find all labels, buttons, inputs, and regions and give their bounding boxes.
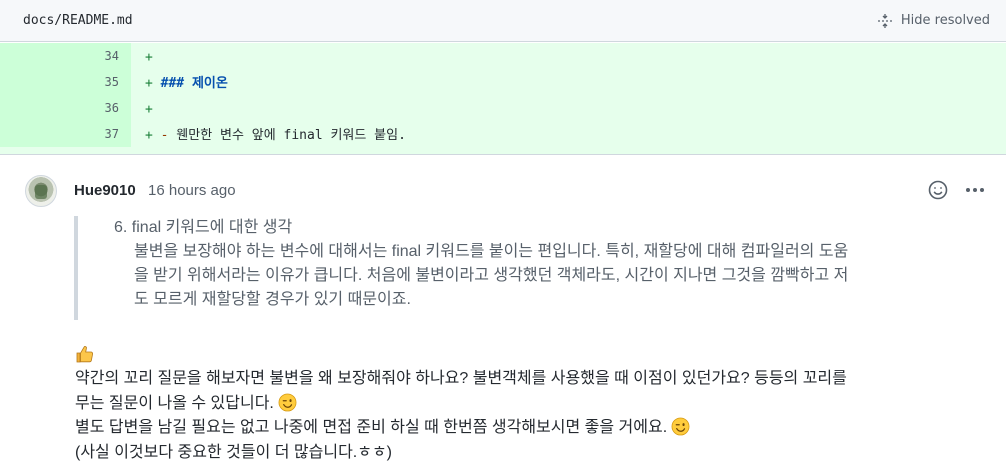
comment-timestamp[interactable]: 16 hours ago [148,182,236,199]
diff-line: 36 + [0,95,1006,121]
quote-line: 불변을 보장해야 하는 변수에 대해서는 final 키워드를 붙이는 편입니다… [134,243,849,260]
line-code: + [145,50,153,65]
line-code: + [145,102,153,117]
comment-line: (사실 이것보다 중요한 것들이 더 많습니다.ㅎㅎ) [75,443,393,461]
hide-resolved-button[interactable]: Hide resolved [877,13,990,29]
blockquote: 6. final 키워드에 대한 생각 불변을 보장해야 하는 변수에 대해서는… [74,216,984,320]
comment-line: 약간의 꼬리 질문을 해보자면 불변을 왜 보장해줘야 하나요? 불변객체를 사… [75,370,847,387]
line-number[interactable]: 36 [0,95,131,121]
file-path[interactable]: docs/README.md [23,13,133,28]
line-code: + - 웬만한 변수 앞에 final 키워드 붙임. [145,128,406,143]
unfold-icon [877,13,892,28]
diff-line: 35 + ### 제이온 [0,69,1006,95]
avatar[interactable] [25,175,57,207]
quote-line: 을 받기 위해서라는 이유가 큽니다. 처음에 불변이라고 생각했던 객체라도,… [134,267,849,284]
smiley-reaction-icon[interactable] [927,179,949,201]
kebab-dot-icon [973,188,977,192]
wink-face-icon [278,393,297,411]
comment-author[interactable]: Hue9010 [74,182,136,199]
kebab-dot-icon [980,188,984,192]
wink-face-icon [671,417,690,436]
heading-text: ### 제이온 [160,76,228,91]
kebab-dot-icon [966,188,970,192]
diff-block: 34 + 35 + ### 제이온 36 + 37 + - 웬만한 변수 앞에 … [0,43,1006,155]
line-number[interactable]: 37 [0,121,131,147]
line-number[interactable]: 35 [0,69,131,95]
comment-body: 약간의 꼬리 질문을 해보자면 불변을 왜 보장해줘야 하나요? 불변객체를 사… [75,344,990,465]
file-header: docs/README.md Hide resolved [0,0,1006,42]
more-options-button[interactable] [963,179,987,201]
hide-resolved-label: Hide resolved [900,13,990,28]
review-comment: Hue9010 16 hours ago 6. final 키워드에 대한 생각… [0,156,1006,472]
comment-line: 무는 질문이 나올 수 있답니다. [75,392,990,417]
diff-line: 34 + [0,43,1006,69]
quote-line: 도 모르게 재할당할 경우가 있기 때문이죠. [134,291,411,308]
comment-line: 별도 답변을 남길 필요는 없고 나중에 면접 준비 하실 때 한번쯤 생각해보… [75,416,990,441]
bullet-text: 웬만한 변수 앞에 final 키워드 붙임. [168,128,406,143]
quote-title: 6. final 키워드에 대한 생각 [114,219,293,236]
diff-line: 37 + - 웬만한 변수 앞에 final 키워드 붙임. [0,121,1006,147]
line-number[interactable]: 34 [0,43,131,69]
line-code: + ### 제이온 [145,76,228,91]
thumbs-up-icon [76,346,94,363]
